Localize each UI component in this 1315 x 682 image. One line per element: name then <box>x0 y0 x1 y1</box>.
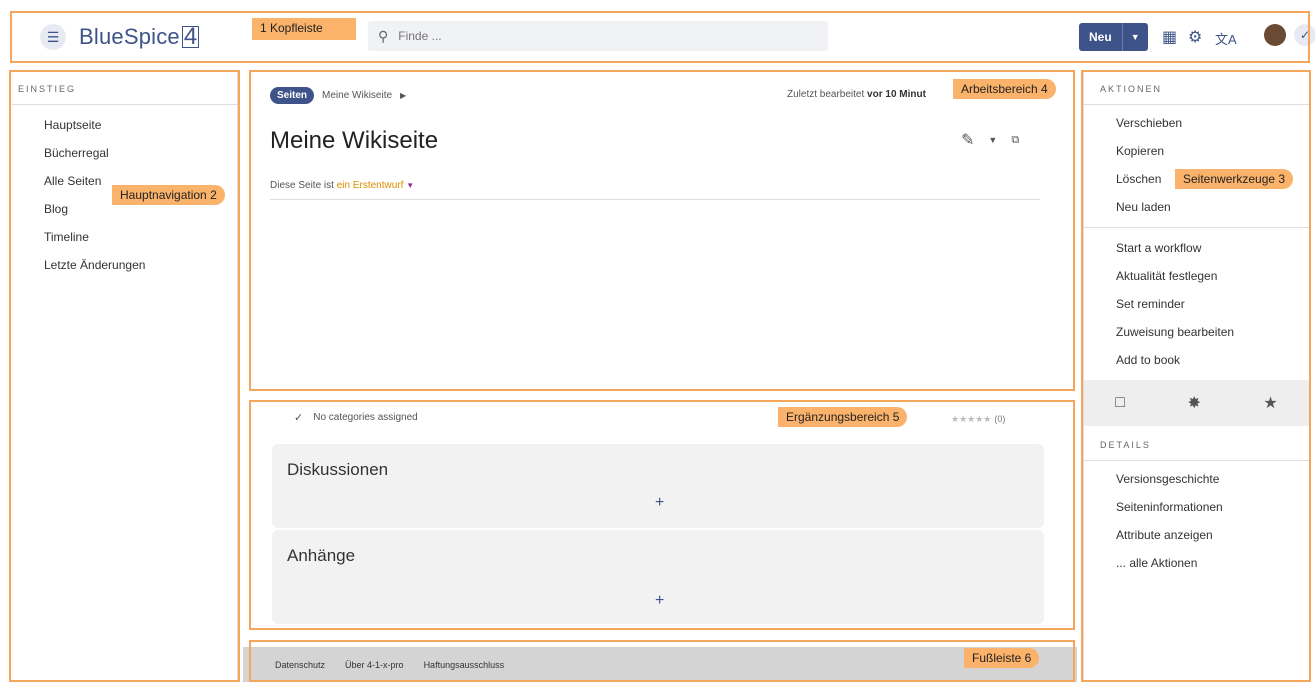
detail-attributes[interactable]: Attribute anzeigen <box>1084 521 1309 549</box>
details-list: Versionsgeschichte Seiteninformationen A… <box>1084 461 1309 577</box>
detail-page-info[interactable]: Seiteninformationen <box>1084 493 1309 521</box>
add-attachment-button[interactable]: + <box>655 592 664 610</box>
search-icon: ⚲ <box>378 27 389 44</box>
callout-header: 1 Kopfleiste <box>252 18 356 40</box>
categories: ✓ No categories assigned <box>294 411 418 424</box>
status-dropdown-icon[interactable]: ▼ <box>406 181 414 190</box>
logo-number: 4 <box>181 23 200 50</box>
action-move[interactable]: Verschieben <box>1084 109 1309 137</box>
discussions-title: Diskussionen <box>287 460 389 479</box>
nav-item-hauptseite[interactable]: Hauptseite <box>12 111 237 139</box>
footer-link-privacy[interactable]: Datenschutz <box>275 660 325 670</box>
chevron-down-icon[interactable]: ▼ <box>988 135 997 145</box>
categories-text[interactable]: No categories assigned <box>313 412 418 423</box>
divider <box>1084 227 1309 228</box>
logo[interactable]: BlueSpice 4 <box>79 23 200 50</box>
actions-list: Verschieben Kopieren Löschen Neu laden <box>1084 105 1309 221</box>
page-icon[interactable]: □ <box>1115 394 1125 412</box>
breadcrumb-page[interactable]: Meine Wikiseite <box>322 90 392 101</box>
wrench-icon[interactable]: ✓ <box>1294 24 1315 46</box>
search-input[interactable] <box>398 29 799 43</box>
tag-icon: ✓ <box>294 412 304 424</box>
apps-grid-icon[interactable]: ▦ <box>1162 27 1177 47</box>
nav-item-letzte-aenderungen[interactable]: Letzte Änderungen <box>12 251 237 279</box>
callout-work-area: Arbeitsbereich 4 <box>953 79 1056 99</box>
main-navigation: EINSTIEG Hauptseite Bücherregal Alle Sei… <box>12 72 238 682</box>
new-dropdown-caret[interactable]: ▼ <box>1121 23 1148 51</box>
rating-stars-icon[interactable]: ★★★★★ <box>951 414 991 424</box>
actions-heading: AKTIONEN <box>1084 72 1309 105</box>
callout-extra-area: Ergänzungsbereich 5 <box>778 407 908 427</box>
action-copy[interactable]: Kopieren <box>1084 137 1309 165</box>
action-set-expiry[interactable]: Aktualität festlegen <box>1084 262 1309 290</box>
last-edited: Zuletzt bearbeitet vor 10 Minut <box>787 89 926 100</box>
detail-history[interactable]: Versionsgeschichte <box>1084 465 1309 493</box>
work-area: Seiten Meine Wikiseite ▶ Zuletzt bearbei… <box>249 72 1073 682</box>
action-add-to-book[interactable]: Add to book <box>1084 346 1309 374</box>
nav-heading: EINSTIEG <box>12 72 237 105</box>
top-bar: ☰ BlueSpice4 ⚲ Neu ▼ ▦ ⚙ 文A ✓ <box>14 14 1315 60</box>
nav-item-timeline[interactable]: Timeline <box>12 223 237 251</box>
attachments-panel: Anhänge + <box>272 530 1044 624</box>
rating[interactable]: ★★★★★ (0) <box>951 414 1005 425</box>
attachments-title: Anhänge <box>287 546 356 565</box>
last-edited-prefix: Zuletzt bearbeitet <box>787 89 865 100</box>
title-tools: ✎ ▼ ⧉ <box>961 130 1019 150</box>
status-prefix: Diese Seite ist <box>270 180 334 191</box>
details-heading: DETAILS <box>1084 426 1309 461</box>
page-title: Meine Wikiseite <box>270 127 439 154</box>
logo-text: BlueSpice <box>79 24 180 49</box>
edit-pencil-icon[interactable]: ✎ <box>961 130 974 150</box>
footer-link-about[interactable]: Über 4-1-x-pro <box>345 660 404 670</box>
tool-icon-bar: □ ✸ ★ <box>1084 380 1309 426</box>
page-status: Diese Seite ist ein Erstentwurf ▼ <box>270 180 414 191</box>
detail-all-actions[interactable]: ... alle Aktionen <box>1084 549 1309 577</box>
breadcrumb-namespace[interactable]: Seiten <box>270 87 315 104</box>
hamburger-icon[interactable]: ☰ <box>40 24 66 50</box>
chevron-right-icon[interactable]: ▶ <box>400 91 406 100</box>
avatar[interactable] <box>1264 24 1286 46</box>
workflow-list: Start a workflow Aktualität festlegen Se… <box>1084 234 1309 374</box>
rating-count: (0) <box>994 414 1006 424</box>
action-start-workflow[interactable]: Start a workflow <box>1084 234 1309 262</box>
add-discussion-button[interactable]: + <box>655 494 664 512</box>
share-icon[interactable]: ✸ <box>1187 393 1200 413</box>
new-button[interactable]: Neu <box>1079 23 1122 51</box>
action-set-reminder[interactable]: Set reminder <box>1084 290 1309 318</box>
new-button-group: Neu ▼ <box>1079 23 1148 51</box>
status-draft-link[interactable]: ein Erstentwurf <box>337 180 404 191</box>
footer: Datenschutz Über 4-1-x-pro Haftungsaussc… <box>243 647 1077 682</box>
action-edit-assignment[interactable]: Zuweisung bearbeiten <box>1084 318 1309 346</box>
callout-navigation: Hauptnavigation 2 <box>112 185 225 205</box>
translate-icon[interactable]: 文A <box>1215 29 1237 48</box>
discussions-panel: Diskussionen + <box>272 444 1044 528</box>
action-reload[interactable]: Neu laden <box>1084 193 1309 221</box>
search-bar[interactable]: ⚲ <box>368 21 828 51</box>
star-icon[interactable]: ★ <box>1263 393 1277 413</box>
callout-footer: Fußleiste 6 <box>964 648 1040 668</box>
page-tools: AKTIONEN Verschieben Kopieren Löschen Ne… <box>1083 72 1309 682</box>
nav-item-buecherregal[interactable]: Bücherregal <box>12 139 237 167</box>
divider <box>270 199 1040 200</box>
callout-page-tools: Seitenwerkzeuge 3 <box>1175 169 1294 189</box>
breadcrumb: Seiten Meine Wikiseite ▶ <box>270 87 406 104</box>
footer-link-disclaimer[interactable]: Haftungsausschluss <box>424 660 505 670</box>
gear-icon[interactable]: ⚙ <box>1188 27 1202 47</box>
last-edited-value[interactable]: vor 10 Minut <box>867 89 926 100</box>
fullscreen-icon[interactable]: ⧉ <box>1011 134 1019 147</box>
